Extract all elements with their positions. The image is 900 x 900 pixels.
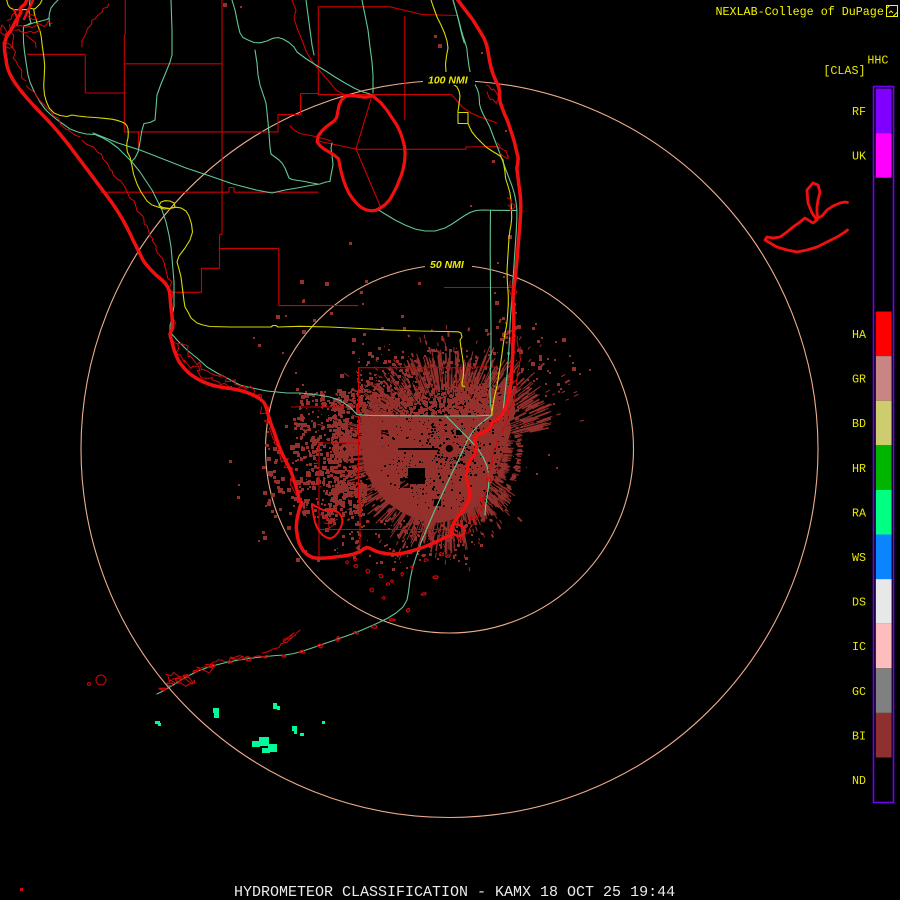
svg-text:HA: HA	[852, 328, 867, 342]
svg-text:GC: GC	[852, 685, 866, 699]
svg-text:DS: DS	[852, 596, 866, 610]
svg-text:RA: RA	[852, 506, 867, 520]
svg-text:100 NMI: 100 NMI	[428, 75, 469, 87]
svg-text:HYDROMETEOR CLASSIFICATION - K: HYDROMETEOR CLASSIFICATION - KAMX 18 OCT…	[234, 884, 675, 900]
svg-text:50 NMI: 50 NMI	[430, 259, 465, 271]
svg-text:RF: RF	[852, 105, 866, 119]
svg-text:HR: HR	[852, 462, 866, 476]
svg-text:IC: IC	[852, 640, 866, 654]
svg-text:BI: BI	[852, 729, 866, 743]
svg-text:BD: BD	[852, 417, 866, 431]
svg-text:WS: WS	[852, 551, 866, 565]
svg-text:UK: UK	[852, 150, 866, 164]
svg-text:ND: ND	[852, 774, 866, 788]
svg-text:[CLAS]: [CLAS]	[823, 64, 865, 78]
svg-text:GR: GR	[852, 373, 866, 387]
svg-text:NEXLAB-College of DuPage: NEXLAB-College of DuPage	[716, 5, 884, 19]
svg-text:HHC: HHC	[867, 54, 888, 68]
